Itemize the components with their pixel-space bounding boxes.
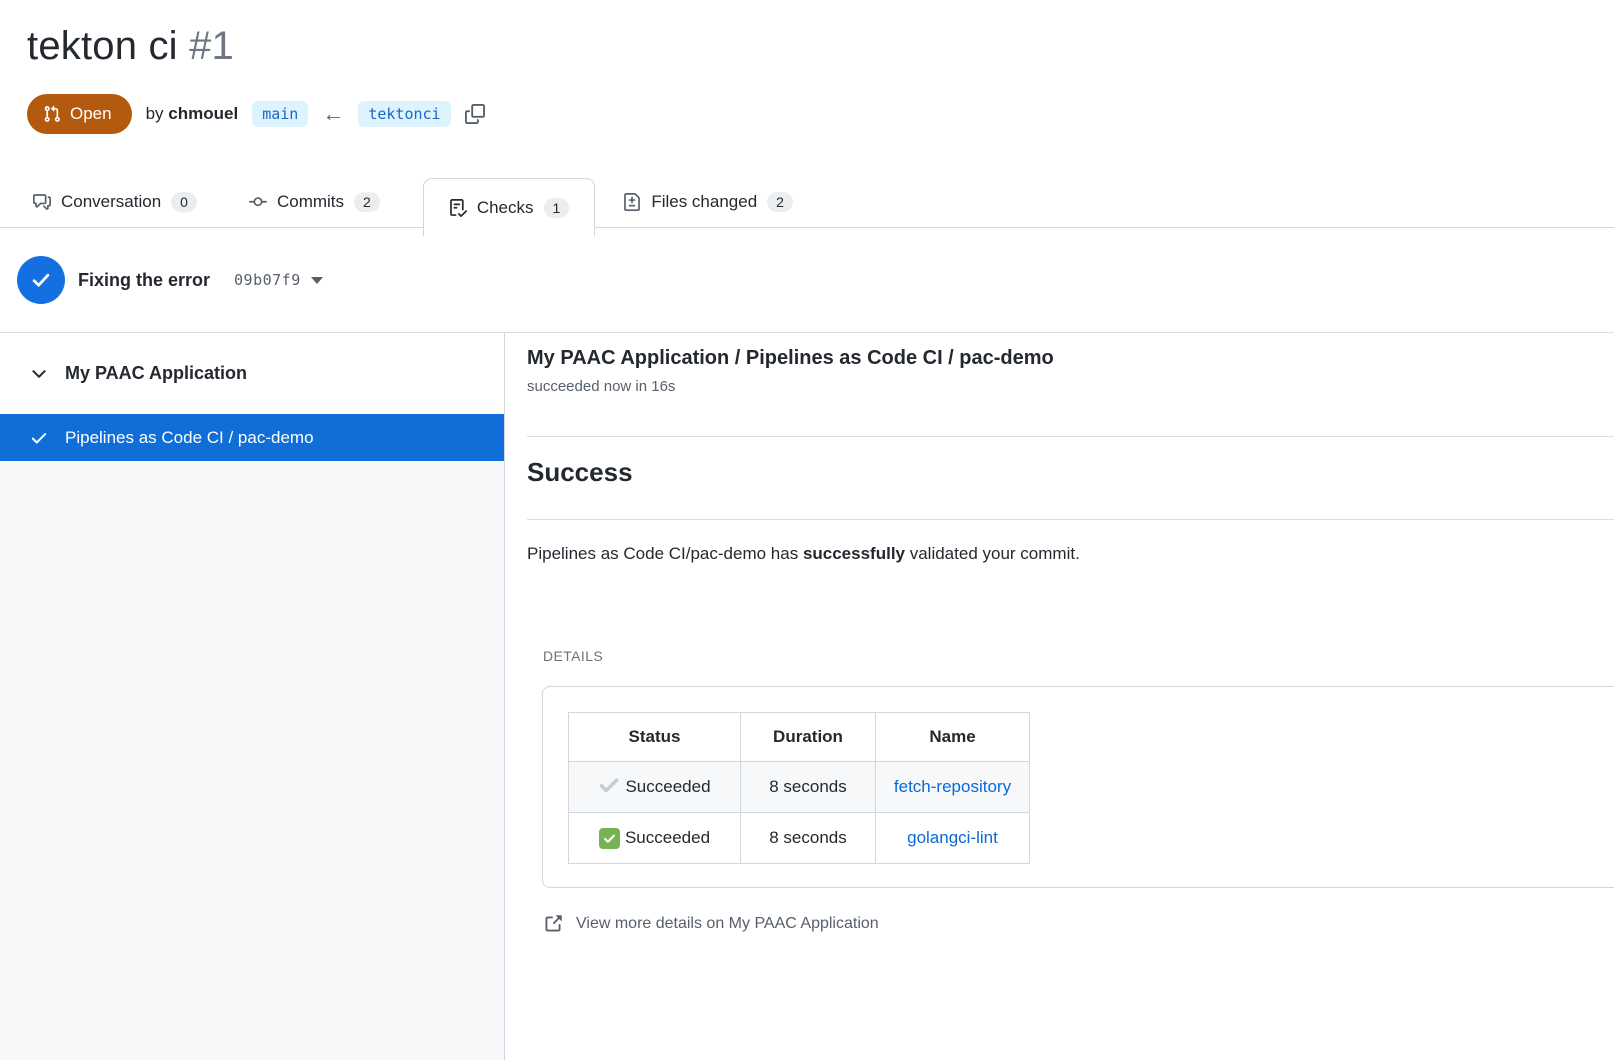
- checks-layout: My PAAC Application Pipelines as Code CI…: [0, 333, 1614, 1060]
- branch-arrow: ←: [322, 103, 344, 125]
- check-icon: [30, 429, 48, 447]
- gray-check-icon: [598, 774, 620, 801]
- duration-cell: 8 seconds: [741, 762, 876, 813]
- pull-request-page: tekton ci #1 Open by chmouel main ← tekt…: [0, 0, 1614, 1060]
- tab-counter: 0: [171, 192, 197, 212]
- pr-number: #1: [189, 24, 234, 68]
- tab-label: Conversation: [61, 192, 161, 212]
- external-link-icon: [543, 914, 563, 934]
- commit-message: Fixing the error: [78, 270, 210, 291]
- check-detail-panel: My PAAC Application / Pipelines as Code …: [505, 333, 1614, 1060]
- details-label: DETAILS: [543, 648, 1614, 664]
- sidebar-group-label: My PAAC Application: [65, 363, 247, 384]
- pr-author: chmouel: [168, 104, 238, 123]
- tab-counter: 2: [354, 192, 380, 212]
- table-row: Succeeded 8 seconds fetch-repository: [569, 762, 1030, 813]
- pr-state-label: Open: [70, 104, 112, 124]
- tab-checks[interactable]: Checks 1: [423, 178, 595, 236]
- checklist-icon: [449, 199, 467, 217]
- commit-success-badge: [17, 256, 65, 304]
- summary-prefix: Pipelines as Code CI/pac-demo has: [527, 544, 803, 563]
- summary-bold: successfully: [803, 544, 905, 563]
- tab-files-changed[interactable]: Files changed 2: [623, 175, 793, 228]
- pr-tab-bar: Conversation 0 Commits 2 Checks 1 Files …: [0, 175, 1614, 228]
- check-result-heading: Success: [527, 457, 1614, 488]
- status-cell: Succeeded: [569, 828, 740, 849]
- task-link[interactable]: fetch-repository: [894, 777, 1011, 796]
- check-summary: Pipelines as Code CI/pac-demo has succes…: [527, 544, 1614, 564]
- commit-dropdown-caret[interactable]: [311, 277, 323, 284]
- pr-meta-row: Open by chmouel main ← tektonci: [27, 94, 1614, 134]
- commit-sha[interactable]: 09b07f9: [234, 271, 301, 289]
- checks-sidebar: My PAAC Application Pipelines as Code CI…: [0, 333, 505, 1060]
- tab-commits[interactable]: Commits 2: [249, 175, 380, 228]
- task-link[interactable]: golangci-lint: [907, 828, 998, 847]
- divider: [527, 436, 1614, 437]
- copy-icon: [465, 104, 485, 124]
- base-branch-label[interactable]: main: [252, 101, 308, 127]
- pr-header: tekton ci #1 Open by chmouel main ← tekt…: [0, 0, 1614, 134]
- file-diff-icon: [623, 193, 641, 211]
- head-branch-label[interactable]: tektonci: [358, 101, 450, 127]
- commit-status-bar: Fixing the error 09b07f9: [0, 228, 1614, 333]
- green-check-icon: [599, 828, 620, 849]
- comment-discussion-icon: [33, 193, 51, 211]
- chevron-down-icon: [30, 365, 48, 383]
- status-text: Succeeded: [625, 777, 710, 797]
- tab-label: Checks: [477, 198, 534, 218]
- byline-prefix: by: [146, 104, 164, 123]
- column-header-status: Status: [569, 713, 741, 762]
- pr-title-text: tekton ci: [27, 24, 178, 68]
- tab-counter: 1: [544, 198, 570, 218]
- status-text: Succeeded: [625, 828, 710, 848]
- table-row: Succeeded 8 seconds golangci-lint: [569, 813, 1030, 864]
- git-pull-request-icon: [43, 105, 61, 123]
- status-cell: Succeeded: [569, 774, 740, 801]
- copy-branch-button[interactable]: [465, 104, 485, 124]
- tasks-table: Status Duration Name Succeeded 8 seconds…: [568, 712, 1030, 864]
- check-run-title: My PAAC Application / Pipelines as Code …: [527, 347, 1614, 370]
- tab-conversation[interactable]: Conversation 0: [33, 175, 197, 228]
- tab-label: Commits: [277, 192, 344, 212]
- pr-state-badge: Open: [27, 94, 132, 134]
- check-run-status: succeeded now in 16s: [527, 378, 1614, 395]
- duration-cell: 8 seconds: [741, 813, 876, 864]
- pr-byline: by chmouel: [146, 104, 239, 124]
- tab-label: Files changed: [651, 192, 757, 212]
- sidebar-item-pac-demo[interactable]: Pipelines as Code CI / pac-demo: [0, 414, 504, 461]
- divider: [527, 519, 1614, 520]
- summary-suffix: validated your commit.: [905, 544, 1080, 563]
- page-title: tekton ci #1: [27, 24, 1614, 69]
- view-more-details-link[interactable]: View more details on My PAAC Application: [543, 914, 1614, 934]
- column-header-duration: Duration: [741, 713, 876, 762]
- git-commit-icon: [249, 193, 267, 211]
- tab-counter: 2: [767, 192, 793, 212]
- view-more-details-label: View more details on My PAAC Application: [576, 915, 879, 933]
- table-header-row: Status Duration Name: [569, 713, 1030, 762]
- sidebar-item-label: Pipelines as Code CI / pac-demo: [65, 428, 314, 448]
- column-header-name: Name: [876, 713, 1030, 762]
- check-icon: [30, 269, 52, 291]
- sidebar-group-my-paac-application[interactable]: My PAAC Application: [0, 333, 504, 414]
- details-card: Status Duration Name Succeeded 8 seconds…: [542, 686, 1614, 888]
